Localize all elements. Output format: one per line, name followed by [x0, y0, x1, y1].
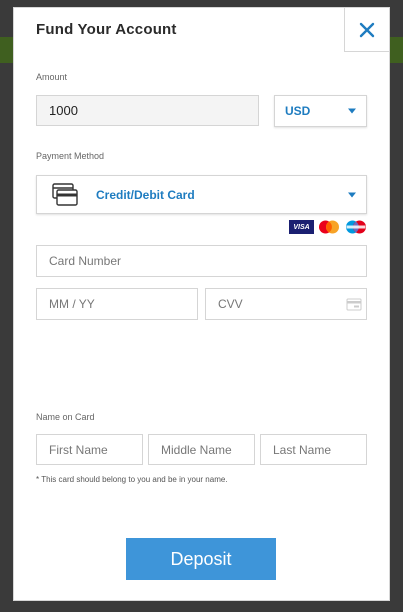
card-number-field[interactable]: Card Number: [36, 245, 367, 277]
close-button[interactable]: [344, 7, 390, 52]
first-name-placeholder: First Name: [49, 442, 108, 457]
mastercard-logo: [319, 220, 339, 234]
expiry-placeholder: MM / YY: [49, 297, 95, 311]
fund-account-modal: Fund Your Account Amount 1000 USD Paymen…: [13, 7, 390, 601]
first-name-field[interactable]: First Name: [36, 434, 143, 465]
close-icon: [359, 22, 375, 37]
card-number-placeholder: Card Number: [49, 254, 122, 268]
credit-card-icon: [52, 182, 78, 206]
currency-select[interactable]: USD: [274, 95, 367, 127]
amount-value: 1000: [49, 103, 78, 118]
card-brand-logos: VISA: [289, 219, 368, 235]
visa-logo: VISA: [289, 220, 314, 234]
amount-label: Amount: [36, 72, 68, 82]
expiry-field[interactable]: MM / YY: [36, 288, 198, 320]
middle-name-placeholder: Middle Name: [161, 442, 232, 457]
chevron-down-icon: [348, 108, 356, 114]
last-name-placeholder: Last Name: [273, 442, 332, 457]
payment-method-select[interactable]: Credit/Debit Card: [36, 175, 367, 214]
card-back-icon: [346, 298, 362, 311]
deposit-button[interactable]: Deposit: [126, 538, 276, 580]
currency-value: USD: [285, 104, 311, 118]
last-name-field[interactable]: Last Name: [260, 434, 367, 465]
chevron-down-icon: [348, 192, 356, 197]
middle-name-field[interactable]: Middle Name: [148, 434, 255, 465]
cvv-placeholder: CVV: [218, 297, 243, 311]
name-on-card-label: Name on Card: [36, 412, 95, 422]
modal-title: Fund Your Account: [36, 21, 177, 38]
payment-method-value: Credit/Debit Card: [96, 187, 195, 202]
cvv-field[interactable]: CVV: [205, 288, 367, 320]
maestro-logo: [346, 220, 366, 234]
amount-input[interactable]: 1000: [36, 95, 259, 126]
card-ownership-note: * This card should belong to you and be …: [36, 475, 228, 484]
payment-method-label: Payment Method: [36, 151, 105, 161]
